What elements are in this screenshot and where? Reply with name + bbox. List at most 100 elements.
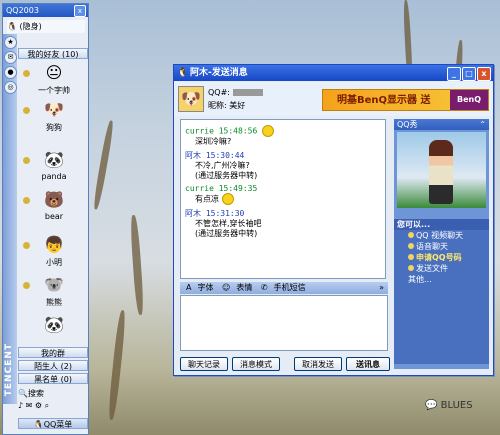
friend-item[interactable]: 🐼 panda: [21, 149, 87, 183]
apply-qq-option[interactable]: 申请QQ号码: [394, 252, 489, 263]
lock-icon: [23, 197, 30, 204]
sms-button[interactable]: 手机短信: [274, 283, 306, 292]
friend-item[interactable]: 👦 小明: [21, 234, 87, 268]
message-text: 深圳冷嘛?: [195, 137, 232, 146]
friend-item[interactable]: 🐶 狗狗: [21, 99, 87, 133]
font-icon[interactable]: A: [186, 283, 191, 292]
history-button[interactable]: 聊天记录: [180, 357, 228, 371]
status-text: (隐身): [19, 22, 42, 31]
group-strangers[interactable]: 陌生人 (2): [18, 360, 88, 371]
friend-name: bear: [44, 212, 64, 221]
watermark: 💬 BLUES: [425, 400, 473, 411]
friend-name: 狗狗: [46, 123, 62, 132]
music-icon[interactable]: ♪: [18, 401, 23, 410]
qq-show-avatar[interactable]: [397, 132, 486, 208]
options-title: 您可以...: [394, 219, 489, 230]
qq-number-label: QQ#:: [208, 88, 230, 97]
smile-icon: [221, 193, 234, 205]
message-input[interactable]: [180, 295, 388, 351]
face-icon: 😐: [45, 63, 63, 82]
chat-title: 阿木-发送消息: [190, 68, 248, 78]
emoticon-icon[interactable]: ☺: [222, 283, 230, 292]
lock-icon: [23, 70, 30, 77]
wechat-icon: 💬: [425, 400, 438, 411]
friend-item[interactable]: 🐼: [21, 314, 87, 348]
face-icon: 👦: [44, 235, 64, 254]
mail-icon[interactable]: ✉: [4, 51, 17, 64]
minimize-button[interactable]: _: [447, 67, 461, 81]
bear-icon: 🐻: [44, 190, 64, 209]
lock-icon: [23, 157, 30, 164]
message-icon[interactable]: ✉: [26, 401, 33, 410]
redacted-qq-number: [232, 89, 263, 96]
expand-icon[interactable]: »: [379, 282, 384, 294]
phone-icon[interactable]: ✆: [261, 283, 268, 292]
message-text: 不管怎样,穿长袖吧: [195, 219, 262, 228]
friend-item[interactable]: 🐨 熊熊: [21, 274, 87, 308]
other-option[interactable]: 其他...: [394, 274, 489, 285]
message-relay-note: (通过服务器中转): [195, 171, 258, 180]
message-header: currie 15:48:56: [185, 125, 381, 137]
chat-title-bar: 🐧 阿木-发送消息 _ □ x: [174, 65, 493, 81]
send-file-option[interactable]: 发送文件: [394, 263, 489, 274]
watermark-text: BLUES: [440, 400, 473, 411]
qq-main-panel: QQ2003 x 🐧 (隐身) ★ ✉ ● ◎ TENCENT 我的好友 (10…: [2, 3, 89, 435]
avatar-figure: [429, 140, 453, 204]
close-button[interactable]: x: [74, 5, 86, 17]
chat-window: 🐧 阿木-发送消息 _ □ x 🐶 QQ#: 昵称: 美好 明基BenQ显示器 …: [173, 64, 494, 376]
face-icon: 🐨: [44, 275, 64, 294]
lock-icon: [23, 242, 30, 249]
close-button[interactable]: x: [477, 67, 491, 81]
lock-icon: [23, 282, 30, 289]
send-button[interactable]: 送讯息: [346, 357, 390, 371]
smile-icon: [262, 125, 275, 137]
message-header: currie 15:49:35: [185, 184, 258, 193]
friend-name: 小明: [46, 258, 62, 267]
contact-qq: QQ#:: [208, 88, 263, 97]
penguin-icon[interactable]: ●: [4, 66, 17, 79]
voice-chat-option[interactable]: 语音聊天: [394, 241, 489, 252]
globe-icon[interactable]: ◎: [4, 81, 17, 94]
maximize-button[interactable]: □: [462, 67, 476, 81]
contact-nickname: 昵称: 美好: [208, 101, 246, 110]
qq-sidebar: ★ ✉ ● ◎ TENCENT: [3, 34, 17, 404]
message-header: 阿木 15:30:44: [185, 151, 245, 160]
qq-show-title: QQ秀: [397, 120, 418, 129]
penguin-icon: 🐧: [177, 68, 189, 78]
my-friends-group[interactable]: 我的好友 (10): [18, 48, 88, 59]
ad-logo: BenQ: [450, 90, 488, 110]
message-text: 有点凉: [185, 193, 381, 205]
qq-menu-button[interactable]: 🐧QQ菜单: [18, 418, 88, 429]
font-button[interactable]: 字体: [197, 283, 213, 292]
panda-icon: 🐼: [44, 315, 64, 334]
favorite-icon[interactable]: ★: [4, 36, 17, 49]
group-my-groups[interactable]: 我的群: [18, 347, 88, 358]
friend-item[interactable]: 😐 一个字帅: [21, 62, 87, 96]
lock-icon: [23, 107, 30, 114]
search-icon[interactable]: 🔍: [18, 389, 28, 398]
message-text: 不冷,广州冷嘛?: [195, 161, 250, 170]
group-blacklist[interactable]: 黑名单 (0): [18, 373, 88, 384]
collapse-icon[interactable]: ⌃: [479, 119, 486, 130]
message-history[interactable]: currie 15:48:56 深圳冷嘛? 阿木 15:30:44 不冷,广州冷…: [180, 119, 386, 279]
friend-name: panda: [41, 172, 67, 181]
contact-header: 🐶 QQ#: 昵称: 美好 明基BenQ显示器 送 BenQ: [174, 82, 493, 116]
background-reed: [107, 309, 127, 421]
qq-menu-label: QQ菜单: [43, 420, 73, 429]
ad-banner[interactable]: 明基BenQ显示器 送 BenQ: [322, 89, 489, 111]
contact-avatar: 🐶: [178, 86, 204, 112]
message-mode-button[interactable]: 消息模式: [232, 357, 280, 371]
search-icon[interactable]: ⌕: [45, 401, 49, 410]
friend-item[interactable]: 🐻 bear: [21, 189, 87, 223]
cancel-send-button[interactable]: 取消发送: [294, 357, 342, 371]
search-button[interactable]: 搜索: [28, 389, 44, 398]
background-reed: [92, 120, 115, 210]
settings-icon[interactable]: ⚙: [35, 401, 42, 410]
background-reed: [129, 214, 145, 316]
options-panel: 您可以... QQ 视频聊天 语音聊天 申请QQ号码 发送文件 其他...: [394, 219, 489, 364]
brand-label: TENCENT: [4, 342, 14, 396]
emoticon-button[interactable]: 表情: [236, 283, 252, 292]
qq-title: QQ2003: [6, 6, 39, 15]
user-status[interactable]: 🐧 (隐身): [7, 20, 85, 33]
video-chat-option[interactable]: QQ 视频聊天: [394, 230, 489, 241]
